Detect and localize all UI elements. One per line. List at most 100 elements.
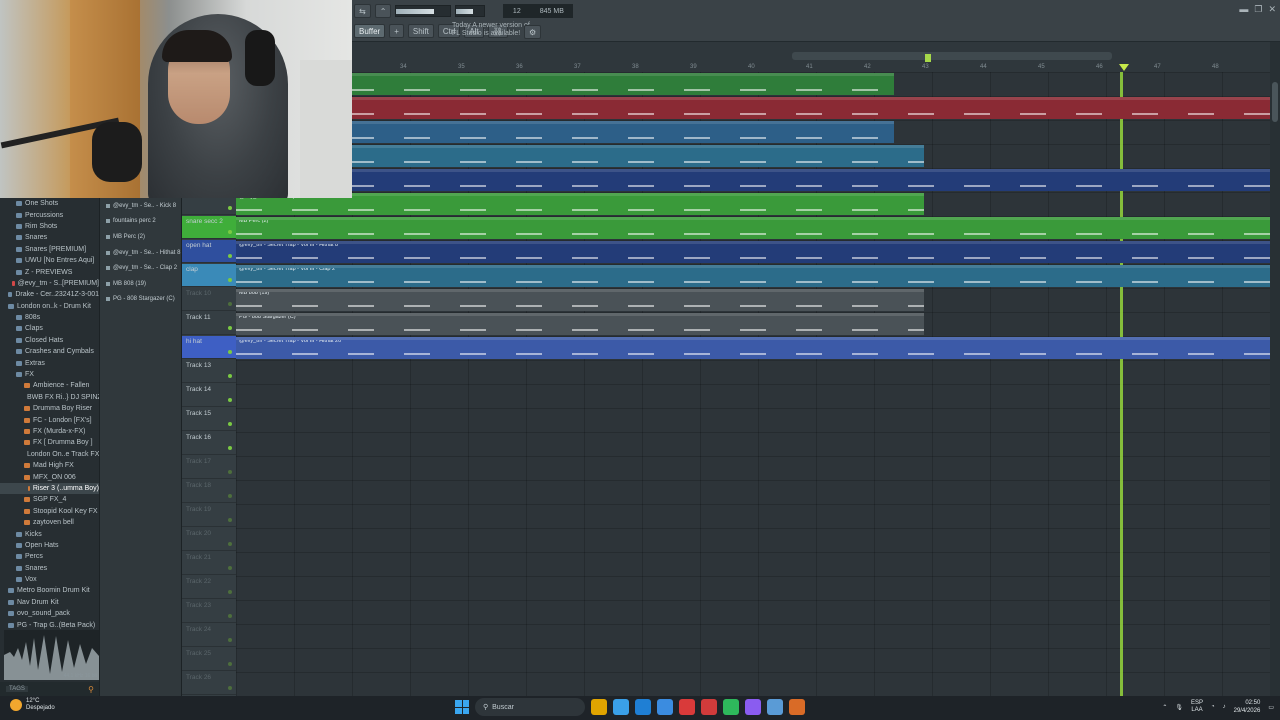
taskbar-app-icon[interactable] [789, 699, 805, 715]
browser-folder-item[interactable]: Snares [0, 232, 99, 243]
weather-widget[interactable]: 12°C Despejado [10, 698, 55, 712]
shift-button[interactable]: Shift [407, 24, 434, 38]
browser-folder-item[interactable]: Open Hats [0, 540, 99, 551]
browser-folder-item[interactable]: Extras [0, 357, 99, 368]
search-icon[interactable]: ⚲ [88, 685, 94, 694]
microphone-tray-icon[interactable]: 🎙 [1175, 704, 1183, 711]
sample-preview-waveform[interactable]: 44.1 kHz 16 bit [4, 630, 99, 680]
track-mute-led[interactable] [228, 206, 232, 210]
playlist-clip[interactable]: @evy_tm - Secret Trap - Vol III - Hithat… [236, 337, 1270, 359]
settings-icon[interactable]: ⚙ [524, 25, 542, 39]
playlist-clip[interactable]: PG - 808 Stargazer (C) [236, 313, 924, 335]
browser-folder-item[interactable]: One Shots [0, 198, 99, 209]
metronome-icon[interactable]: ⌃ [374, 4, 392, 18]
chevron-up-icon[interactable]: ⌃ [1162, 704, 1167, 711]
track-header[interactable]: Track 20 [182, 528, 236, 551]
browser-folder-item[interactable]: Metro Boomin Drum Kit [0, 585, 99, 596]
browser-file-item[interactable]: Mad High FX [0, 460, 99, 471]
track-header[interactable]: Track 19 [182, 504, 236, 527]
browser-file-item[interactable]: MFX_ON 006 [0, 471, 99, 482]
browser-file-item[interactable]: FX [ Drumma Boy ] [0, 437, 99, 448]
browser-file-item[interactable]: Stoopid Kool Key FX [0, 506, 99, 517]
browser-file-item[interactable]: SGP FX_4 [0, 494, 99, 505]
language-indicator[interactable]: ESP LAA [1191, 700, 1203, 714]
browser-folder-item[interactable]: Rim Shots [0, 221, 99, 232]
news-panel[interactable]: Today A newer version of FL Studio is av… [452, 22, 530, 38]
track-header[interactable]: Track 14 [182, 384, 236, 407]
browser-folder-item[interactable]: Claps [0, 323, 99, 334]
picker-item[interactable]: @evy_tm - Se.. - Hithat 8 [100, 245, 181, 261]
track-mute-led[interactable] [228, 638, 232, 642]
minimize-icon[interactable]: ▬ [1239, 4, 1248, 15]
track-mute-led[interactable] [228, 686, 232, 690]
browser-file-item[interactable]: BWB FX Ri..} DJ SPINZ [0, 392, 99, 403]
vertical-scrollbar-thumb[interactable] [1272, 82, 1278, 122]
taskbar-search[interactable]: ⚲ Buscar [475, 698, 585, 716]
browser-folder-item[interactable]: Drake - Cer..23241Z-3-001 [0, 289, 99, 300]
volume-icon[interactable]: ♪ [1223, 704, 1226, 710]
track-header[interactable]: Track 24 [182, 624, 236, 647]
browser-file-item[interactable]: FC - London [FX's] [0, 414, 99, 425]
track-header[interactable]: Track 13 [182, 360, 236, 383]
taskbar-app-icon[interactable] [591, 699, 607, 715]
track-header[interactable]: snare secc 2 [182, 216, 236, 239]
song-marker[interactable] [925, 54, 931, 62]
track-header[interactable]: Track 17 [182, 456, 236, 479]
browser-folder-item[interactable]: London on..k - Drum Kit [0, 301, 99, 312]
browser-folder-item[interactable]: Percs [0, 551, 99, 562]
track-mute-led[interactable] [228, 566, 232, 570]
taskbar-app-icon[interactable] [723, 699, 739, 715]
browser-folder-item[interactable]: Z - PREVIEWS [0, 266, 99, 277]
browser-folder-item[interactable]: Percussions [0, 209, 99, 220]
taskbar-app-icon[interactable] [701, 699, 717, 715]
browser-folder-item[interactable]: UWU [No Entres Aqui] [0, 255, 99, 266]
browser-file-item[interactable]: zaytoven bell [0, 517, 99, 528]
track-header[interactable]: hi hat [182, 336, 236, 359]
wifi-icon[interactable]: ◔ [1211, 704, 1215, 710]
menu-icon[interactable]: ⇆ [354, 4, 371, 18]
picker-item[interactable]: MB Perc (2) [100, 229, 181, 245]
browser-folder-item[interactable]: Nav Drum Kit [0, 597, 99, 608]
track-header[interactable]: Track 21 [182, 552, 236, 575]
track-header[interactable]: Track 11 [182, 312, 236, 335]
playlist-clip[interactable]: MB 808 (19) [236, 289, 924, 311]
track-mute-led[interactable] [228, 278, 232, 282]
playlist-grid[interactable]: Keyzone Classic #1BufferZebralette3Zebra… [236, 72, 1270, 696]
close-icon[interactable]: ✕ [1268, 4, 1276, 15]
playhead-marker[interactable] [1119, 64, 1129, 71]
windows-start-icon[interactable] [455, 700, 469, 714]
track-mute-led[interactable] [228, 350, 232, 354]
track-mute-led[interactable] [228, 254, 232, 258]
clock[interactable]: 02:50 29/4/2026 [1234, 699, 1261, 715]
taskbar-app-icon[interactable] [679, 699, 695, 715]
track-mute-led[interactable] [228, 374, 232, 378]
browser-folder-item[interactable]: Vox [0, 574, 99, 585]
track-mute-led[interactable] [228, 614, 232, 618]
track-header[interactable]: Track 18 [182, 480, 236, 503]
browser-folder-item[interactable]: Closed Hats [0, 335, 99, 346]
browser-file-item[interactable]: FX (Murda-x-FX) [0, 426, 99, 437]
taskbar-app-icon[interactable] [635, 699, 651, 715]
taskbar-app-icon[interactable] [657, 699, 673, 715]
browser-folder-item[interactable]: Snares [PREMIUM] [0, 244, 99, 255]
browser-folder-item[interactable]: 808s [0, 312, 99, 323]
taskbar-app-icon[interactable] [613, 699, 629, 715]
restore-icon[interactable]: ❐ [1254, 4, 1262, 15]
taskbar-app-icon[interactable] [767, 699, 783, 715]
track-mute-led[interactable] [228, 302, 232, 306]
track-mute-led[interactable] [228, 662, 232, 666]
track-mute-led[interactable] [228, 518, 232, 522]
track-header[interactable]: Track 15 [182, 408, 236, 431]
browser-folder-item[interactable]: ovo_sound_pack [0, 608, 99, 619]
track-mute-led[interactable] [228, 230, 232, 234]
browser-folder-item[interactable]: FX [0, 369, 99, 380]
browser-folder-item[interactable]: Kicks [0, 528, 99, 539]
picker-item[interactable]: @evy_tm - Se.. - Clap 2 [100, 260, 181, 276]
playlist-clip[interactable]: Buffer [236, 97, 1270, 119]
master-pitch-slider[interactable] [455, 5, 486, 17]
picker-item[interactable]: MB 808 (19) [100, 276, 181, 292]
track-mute-led[interactable] [228, 470, 232, 474]
track-mute-led[interactable] [228, 422, 232, 426]
browser-file-item[interactable]: Riser 3 (..umma Boy) [0, 482, 99, 495]
browser-file-item[interactable]: Ambience - Fallen [0, 380, 99, 391]
